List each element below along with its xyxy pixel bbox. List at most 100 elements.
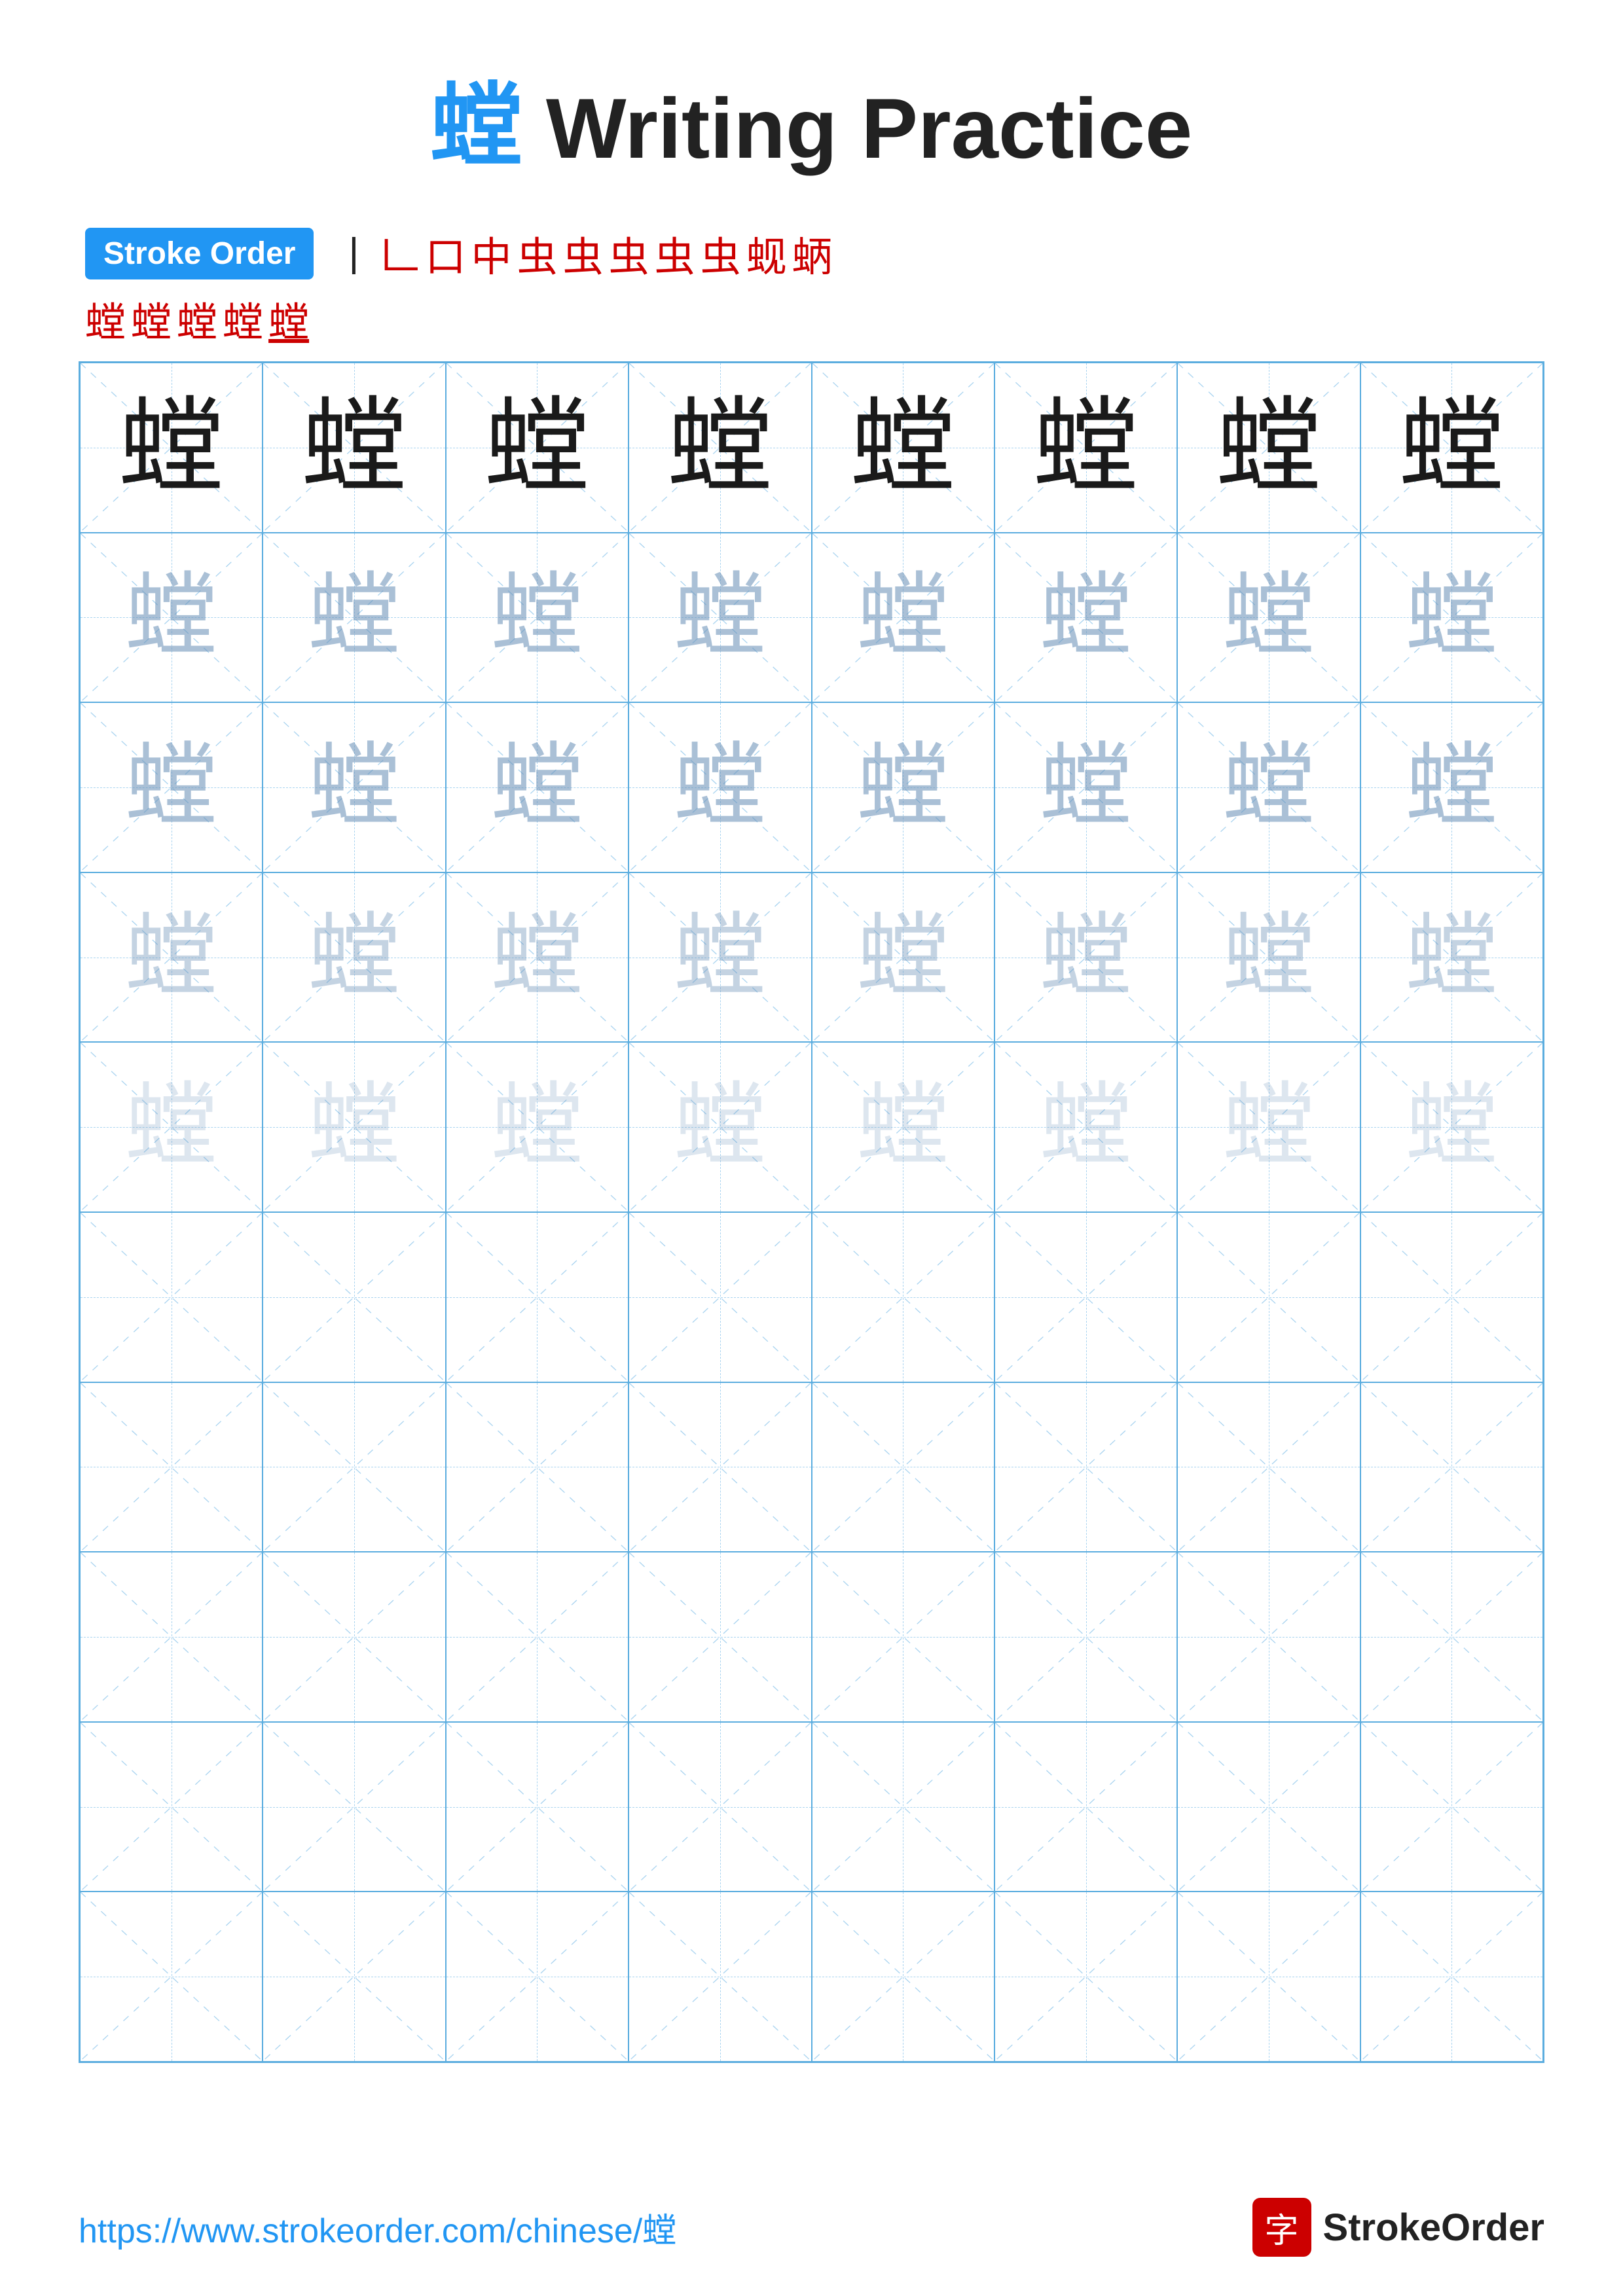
grid-cell[interactable]: 螳 [263, 702, 445, 872]
practice-char: 螳 [302, 395, 407, 500]
grid-cell[interactable] [1360, 1722, 1543, 1892]
grid-cell[interactable] [994, 1552, 1177, 1722]
practice-char: 螳 [1040, 742, 1132, 833]
grid-cell[interactable] [263, 1212, 445, 1382]
practice-char: 螳 [857, 571, 949, 663]
practice-char: 螳 [1406, 1081, 1497, 1173]
grid-cell[interactable] [80, 1892, 263, 2062]
grid-cell[interactable] [994, 1892, 1177, 2062]
grid-cell[interactable]: 螳 [446, 363, 629, 533]
grid-cell[interactable] [629, 1722, 811, 1892]
grid-cell[interactable]: 螳 [1360, 702, 1543, 872]
practice-char: 螳 [1216, 395, 1321, 500]
grid-cell[interactable] [1360, 1552, 1543, 1722]
grid-cell[interactable] [1177, 1552, 1360, 1722]
practice-char: 螳 [484, 395, 589, 500]
grid-cell[interactable]: 螳 [1360, 1042, 1543, 1212]
grid-cell[interactable]: 螳 [994, 363, 1177, 533]
practice-char: 螳 [1406, 571, 1497, 663]
grid-cell[interactable] [446, 1892, 629, 2062]
practice-char: 螳 [491, 1081, 583, 1173]
grid-cell[interactable]: 螳 [1177, 363, 1360, 533]
grid-cell[interactable]: 螳 [263, 1042, 445, 1212]
grid-cell[interactable] [1360, 1382, 1543, 1552]
grid-cell[interactable] [994, 1382, 1177, 1552]
grid-cell[interactable] [1177, 1892, 1360, 2062]
practice-char: 螳 [1223, 742, 1315, 833]
grid-cell[interactable] [263, 1382, 445, 1552]
grid-cell[interactable]: 螳 [629, 363, 811, 533]
grid-cell[interactable]: 螳 [629, 1042, 811, 1212]
grid-cell[interactable]: 螳 [1360, 872, 1543, 1043]
practice-char: 螳 [674, 742, 766, 833]
grid-cell[interactable]: 螳 [1177, 872, 1360, 1043]
grid-cell[interactable] [1177, 1382, 1360, 1552]
grid-cell[interactable] [812, 1382, 994, 1552]
grid-cell[interactable]: 螳 [994, 872, 1177, 1043]
grid-cell[interactable]: 螳 [80, 702, 263, 872]
grid-cell[interactable]: 螳 [812, 1042, 994, 1212]
grid-cell[interactable]: 螳 [812, 872, 994, 1043]
grid-cell[interactable]: 螳 [812, 702, 994, 872]
practice-char: 螳 [126, 1081, 217, 1173]
grid-cell[interactable] [629, 1382, 811, 1552]
grid-cell[interactable]: 螳 [263, 872, 445, 1043]
grid-cell[interactable]: 螳 [1360, 533, 1543, 703]
grid-cell[interactable] [446, 1212, 629, 1382]
grid-cell[interactable] [629, 1552, 811, 1722]
grid-cell[interactable] [812, 1722, 994, 1892]
grid-cell[interactable] [1360, 1212, 1543, 1382]
grid-cell[interactable]: 螳 [1177, 702, 1360, 872]
grid-cell[interactable]: 螳 [812, 363, 994, 533]
grid-cell[interactable]: 螳 [629, 533, 811, 703]
grid-cell[interactable] [1360, 1892, 1543, 2062]
grid-cell[interactable] [812, 1212, 994, 1382]
grid-cell[interactable] [629, 1212, 811, 1382]
stroke-16: 螳 [268, 289, 309, 348]
title-section: 螳 Writing Practice [79, 52, 1544, 185]
grid-cell[interactable]: 螳 [1177, 533, 1360, 703]
grid-cell[interactable]: 螳 [994, 533, 1177, 703]
grid-cell[interactable] [263, 1892, 445, 2062]
grid-cell[interactable] [80, 1382, 263, 1552]
title-chinese-char: 螳 [431, 77, 522, 178]
practice-char: 螳 [668, 395, 773, 500]
grid-cell[interactable]: 螳 [263, 533, 445, 703]
grid-cell[interactable] [446, 1722, 629, 1892]
grid-cell[interactable] [812, 1552, 994, 1722]
grid-cell[interactable]: 螳 [446, 1042, 629, 1212]
page-content: 螳 Writing Practice Stroke Order 丨 𠃊 口 中 … [0, 0, 1623, 2115]
practice-char: 螳 [126, 571, 217, 663]
grid-cell[interactable] [80, 1552, 263, 1722]
grid-cell[interactable]: 螳 [994, 702, 1177, 872]
grid-cell[interactable]: 螳 [629, 702, 811, 872]
grid-cell[interactable] [994, 1212, 1177, 1382]
grid-cell[interactable]: 螳 [1177, 1042, 1360, 1212]
stroke-chars: 丨 𠃊 口 中 虫 虫 虫 虫 虫 蚬 蛃 [333, 224, 832, 283]
grid-cell[interactable] [80, 1212, 263, 1382]
grid-cell[interactable] [446, 1552, 629, 1722]
practice-char: 螳 [119, 395, 224, 500]
grid-cell[interactable]: 螳 [80, 872, 263, 1043]
grid-cell[interactable] [80, 1722, 263, 1892]
stroke-10: 蚬 [746, 224, 787, 283]
grid-cell[interactable] [263, 1552, 445, 1722]
grid-cell[interactable] [1177, 1722, 1360, 1892]
grid-cell[interactable] [446, 1382, 629, 1552]
grid-cell[interactable]: 螳 [263, 363, 445, 533]
grid-cell[interactable]: 螳 [80, 1042, 263, 1212]
grid-cell[interactable]: 螳 [446, 702, 629, 872]
grid-cell[interactable]: 螳 [446, 533, 629, 703]
grid-cell[interactable]: 螳 [994, 1042, 1177, 1212]
grid-cell[interactable]: 螳 [812, 533, 994, 703]
grid-cell[interactable] [812, 1892, 994, 2062]
grid-cell[interactable] [629, 1892, 811, 2062]
grid-cell[interactable]: 螳 [446, 872, 629, 1043]
grid-cell[interactable]: 螳 [80, 533, 263, 703]
grid-cell[interactable] [263, 1722, 445, 1892]
grid-cell[interactable]: 螳 [629, 872, 811, 1043]
grid-cell[interactable]: 螳 [1360, 363, 1543, 533]
grid-cell[interactable] [1177, 1212, 1360, 1382]
grid-cell[interactable]: 螳 [80, 363, 263, 533]
grid-cell[interactable] [994, 1722, 1177, 1892]
